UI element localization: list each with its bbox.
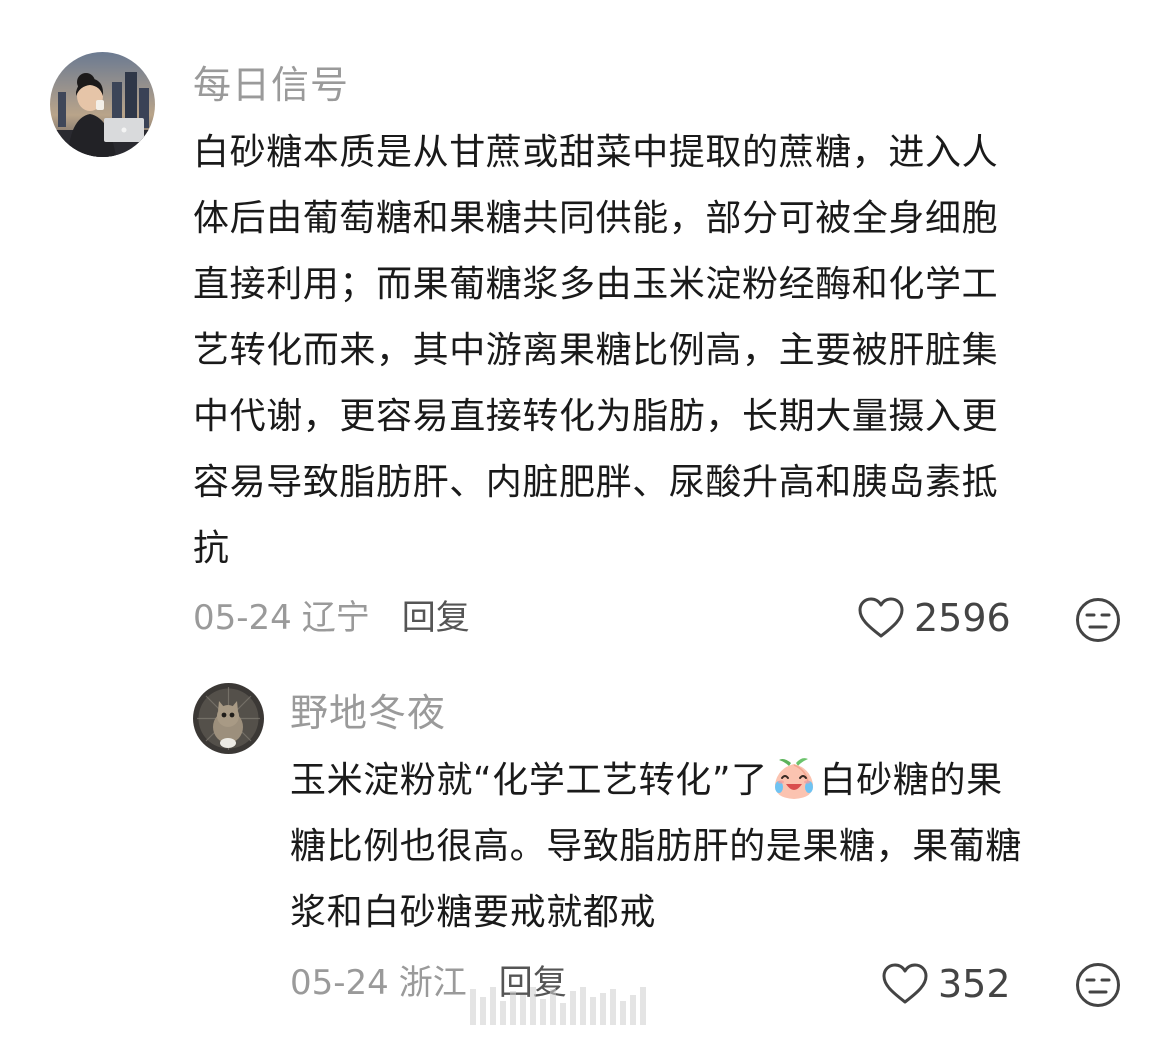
comment-text-segment: 玉米淀粉就“化学工艺转化”了 [290, 760, 768, 801]
unamused-face-icon[interactable] [1075, 597, 1121, 643]
comment-text-line: 糖比例也很高。导致脂肪肝的是果糖，果葡糖 [290, 826, 1023, 867]
heart-outline-icon [882, 963, 928, 1004]
comment-text-line: 容易导致脂肪肝、内脏肥胖、尿酸升高和胰岛素抵 [193, 462, 999, 503]
comment-item: 每日信号 白砂糖本质是从甘蔗或甜菜中提取的蔗糖，进入人 体后由葡萄糖和果糖共同供… [0, 0, 1169, 660]
comment-text: 玉米淀粉就“化学工艺转化”了 白砂糖的果 糖比例也很高。导致脂肪肝的是果糖，果葡… [290, 748, 1125, 946]
unamused-face-icon[interactable] [1075, 962, 1121, 1008]
comment-text-line: 抗 [193, 528, 230, 569]
reply-button[interactable]: 回复 [402, 598, 470, 638]
crying-laughing-peach-emoji [774, 758, 813, 799]
like-button[interactable]: 352 [882, 962, 1011, 1006]
like-button[interactable]: 2596 [858, 596, 1011, 640]
comment-meta: 05-24 辽宁 回复 [193, 598, 470, 638]
barcode-watermark [470, 985, 680, 1025]
comment-text-line: 白砂糖本质是从甘蔗或甜菜中提取的蔗糖，进入人 [193, 132, 999, 173]
username[interactable]: 每日信号 [193, 62, 349, 108]
like-count: 352 [938, 962, 1011, 1006]
heart-outline-icon [858, 597, 904, 638]
comment-location: 辽宁 [301, 598, 370, 638]
comment-location: 浙江 [398, 963, 467, 1003]
avatar[interactable] [50, 52, 155, 157]
avatar-cat-icon [193, 683, 264, 754]
comment-text-line: 浆和白砂糖要戒就都戒 [290, 892, 657, 933]
reply-comment-item: 野地冬夜 玉米淀粉就“化学工艺转化”了 白砂糖的果 糖比例也很高。导致脂肪肝的是… [0, 660, 1169, 1041]
comment-date: 05-24 [290, 963, 389, 1003]
username[interactable]: 野地冬夜 [290, 690, 446, 736]
avatar-woman-icon [50, 52, 155, 157]
like-count: 2596 [914, 596, 1011, 640]
comment-text-line: 中代谢，更容易直接转化为脂肪，长期大量摄入更 [193, 396, 999, 437]
comment-text-line: 直接利用；而果葡糖浆多由玉米淀粉经酶和化学工 [193, 264, 999, 305]
comment-text-segment: 白砂糖的果 [819, 760, 1003, 801]
comment-text: 白砂糖本质是从甘蔗或甜菜中提取的蔗糖，进入人 体后由葡萄糖和果糖共同供能，部分可… [193, 120, 1108, 582]
comment-text-line: 玉米淀粉就“化学工艺转化”了 白砂糖的果 [290, 748, 1125, 814]
avatar[interactable] [193, 683, 264, 754]
comment-text-line: 体后由葡萄糖和果糖共同供能，部分可被全身细胞 [193, 198, 999, 239]
comment-text-line: 艺转化而来，其中游离果糖比例高，主要被肝脏集 [193, 330, 999, 371]
comment-date: 05-24 [193, 598, 292, 638]
